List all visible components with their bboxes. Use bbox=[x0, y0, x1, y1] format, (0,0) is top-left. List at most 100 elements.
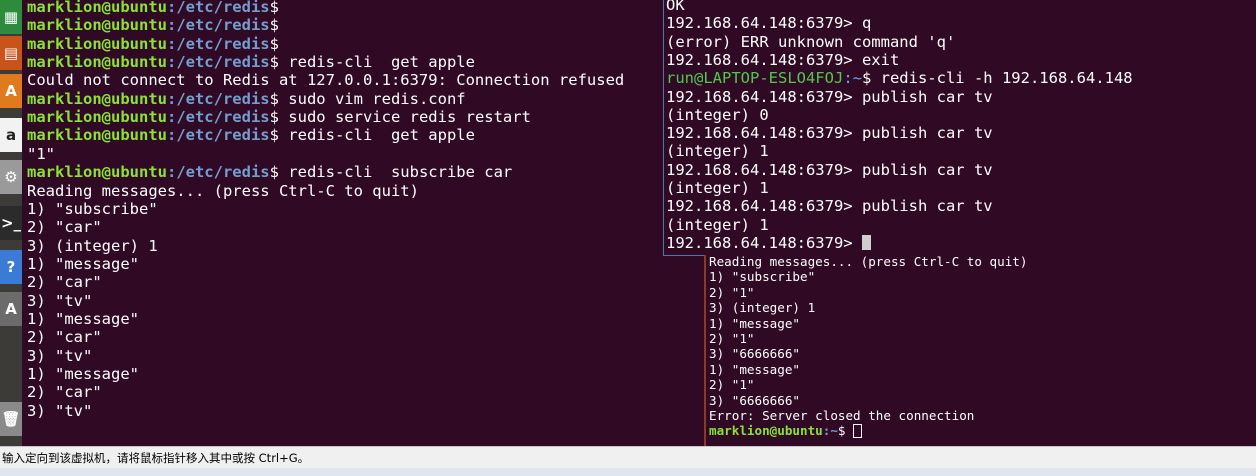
terminal-line: 3) "6666666" bbox=[709, 346, 800, 361]
line-text: (integer) 1 bbox=[666, 215, 769, 234]
line-text: $ redis-cli get apple bbox=[269, 53, 475, 72]
line-text: $ bbox=[269, 16, 279, 35]
terminal-line: run@LAPTOP-ESLO4FOJ:~$ redis-cli -h 192.… bbox=[666, 69, 1133, 87]
line-text: 2) "1" bbox=[709, 377, 755, 393]
terminal-line: marklion@ubuntu:/etc/redis$ bbox=[27, 16, 279, 34]
terminal-line: 1) "subscribe" bbox=[27, 200, 158, 218]
prompt-user: marklion@ubuntu bbox=[27, 89, 167, 108]
terminal-line: Error: Server closed the connection bbox=[709, 408, 974, 423]
line-text: $ sudo vim redis.conf bbox=[269, 89, 466, 108]
line-text: $ bbox=[837, 423, 854, 439]
terminal-line: 2) "car" bbox=[27, 383, 102, 401]
update-icon[interactable]: A bbox=[0, 292, 22, 326]
terminal-right-bottom[interactable]: Reading messages... (press Ctrl-C to qui… bbox=[704, 255, 1256, 446]
line-text: 3) "tv" bbox=[27, 401, 93, 420]
amazon-icon[interactable]: a bbox=[0, 118, 22, 152]
terminal-line: Could not connect to Redis at 127.0.0.1:… bbox=[27, 71, 624, 89]
prompt-path: :/etc/redis bbox=[166, 108, 270, 127]
prompt-path: :/etc/redis bbox=[166, 53, 270, 72]
terminal-line: 1) "message" bbox=[27, 255, 139, 273]
line-text: 1) "subscribe" bbox=[27, 199, 158, 218]
terminal-line: marklion@ubuntu:~$ bbox=[709, 423, 863, 439]
terminal-line: OK bbox=[666, 0, 685, 14]
line-text: $ bbox=[269, 0, 279, 16]
terminal-line: marklion@ubuntu:/etc/redis$ redis-cli ge… bbox=[27, 126, 475, 144]
terminal-line: marklion@ubuntu:/etc/redis$ sudo service… bbox=[27, 108, 531, 126]
terminal-line: (integer) 1 bbox=[666, 179, 769, 197]
prompt-path: :/etc/redis bbox=[166, 89, 270, 108]
line-text: Error: Server closed the connection bbox=[709, 408, 975, 423]
vm-hint-text: 输入定向到该虚拟机，请将鼠标指针移入其中或按 Ctrl+G。 bbox=[2, 451, 310, 465]
terminal-line: 2) "car" bbox=[27, 273, 102, 291]
terminal-left[interactable]: marklion@ubuntu:/etc/redis$ marklion@ubun… bbox=[22, 0, 664, 446]
line-text: 2) "car" bbox=[27, 328, 102, 347]
terminal-line: 192.168.64.148:6379> bbox=[666, 234, 871, 252]
prompt-user: marklion@ubuntu bbox=[27, 108, 167, 127]
prompt-path: :/etc/redis bbox=[166, 16, 270, 35]
terminal-line: (error) ERR unknown command 'q' bbox=[666, 33, 955, 51]
line-text: 1) "message" bbox=[709, 315, 800, 331]
host-taskbar bbox=[0, 468, 1256, 476]
calc-icon[interactable]: ▦ bbox=[0, 0, 22, 34]
line-text: 192.168.64.148:6379> publish car tv bbox=[666, 87, 993, 106]
prompt-user: marklion@ubuntu bbox=[27, 0, 167, 16]
prompt-user: run@LAPTOP-ESLO4FOJ bbox=[666, 69, 844, 88]
line-text: 1) "message" bbox=[709, 361, 800, 377]
terminal-line: (integer) 1 bbox=[666, 216, 769, 234]
line-text: 3) "tv" bbox=[27, 346, 93, 365]
help-icon[interactable]: ? bbox=[0, 250, 22, 284]
line-text: OK bbox=[666, 0, 685, 14]
terminal-line: marklion@ubuntu:/etc/redis$ redis-cli su… bbox=[27, 163, 512, 181]
terminal-icon[interactable]: >_ bbox=[0, 206, 22, 240]
terminal-right-top[interactable]: OK 192.168.64.148:6379> q (error) ERR unkn… bbox=[663, 0, 1256, 256]
line-text: 192.168.64.148:6379> exit bbox=[666, 50, 900, 69]
impress-icon[interactable]: ▤ bbox=[0, 36, 22, 70]
line-text: $ redis-cli get apple bbox=[269, 126, 475, 145]
terminal-line: 192.168.64.148:6379> publish car tv bbox=[666, 88, 993, 106]
terminal-line: 1) "message" bbox=[27, 365, 139, 383]
terminal-line: (integer) 0 bbox=[666, 106, 769, 124]
terminal-line: 192.168.64.148:6379> exit bbox=[666, 51, 899, 69]
terminal-line: marklion@ubuntu:/etc/redis$ bbox=[27, 0, 279, 16]
prompt-path: :~ bbox=[822, 423, 838, 439]
prompt-path: :/etc/redis bbox=[166, 163, 270, 182]
line-text: (integer) 1 bbox=[666, 142, 769, 161]
terminal-line: (integer) 1 bbox=[666, 142, 769, 160]
line-text: Reading messages... (press Ctrl-C to qui… bbox=[709, 255, 1028, 269]
software-center-icon[interactable]: A bbox=[0, 74, 22, 108]
line-text: 3) "tv" bbox=[27, 291, 93, 310]
prompt-user: marklion@ubuntu bbox=[709, 423, 823, 439]
trash-icon[interactable]: 🗑 bbox=[0, 402, 22, 436]
line-text: 2) "1" bbox=[709, 331, 755, 346]
line-text: 192.168.64.148:6379> bbox=[666, 233, 862, 252]
line-text: 1) "subscribe" bbox=[709, 269, 816, 285]
prompt-path: :~ bbox=[843, 69, 862, 88]
terminal-line: 192.168.64.148:6379> publish car tv bbox=[666, 161, 993, 179]
terminal-line: 2) "car" bbox=[27, 328, 102, 346]
terminal-line: marklion@ubuntu:/etc/redis$ redis-cli ge… bbox=[27, 53, 475, 71]
terminal-line: 1) "message" bbox=[709, 316, 800, 331]
terminal-line: "1" bbox=[27, 145, 55, 163]
line-text: (integer) 0 bbox=[666, 105, 769, 124]
terminal-line: 192.168.64.148:6379> publish car tv bbox=[666, 124, 993, 142]
settings-icon[interactable]: ⚙ bbox=[0, 160, 22, 194]
terminal-line: 2) "1" bbox=[709, 285, 755, 300]
terminal-line: marklion@ubuntu:/etc/redis$ sudo vim red… bbox=[27, 90, 466, 108]
terminal-line: 1) "message" bbox=[709, 362, 800, 377]
terminal-line: marklion@ubuntu:/etc/redis$ bbox=[27, 35, 279, 53]
terminal-line: 3) "6666666" bbox=[709, 393, 800, 408]
line-text: Could not connect to Redis at 127.0.0.1:… bbox=[27, 71, 625, 90]
line-text: 2) "car" bbox=[27, 218, 102, 237]
text-cursor bbox=[861, 234, 871, 250]
terminal-line: 2) "1" bbox=[709, 331, 755, 346]
terminal-line: 3) "tv" bbox=[27, 402, 92, 420]
prompt-user: marklion@ubuntu bbox=[27, 163, 167, 182]
terminal-line: 3) "tv" bbox=[27, 347, 92, 365]
text-cursor bbox=[853, 424, 863, 439]
line-text: 2) "car" bbox=[27, 383, 102, 402]
line-text: (error) ERR unknown command 'q' bbox=[666, 32, 956, 51]
terminal-line: 3) "tv" bbox=[27, 292, 92, 310]
line-text: $ redis-cli -h 192.168.64.148 bbox=[861, 69, 1133, 88]
line-text: 1) "message" bbox=[27, 309, 139, 328]
terminal-line: 192.168.64.148:6379> publish car tv bbox=[666, 197, 993, 215]
